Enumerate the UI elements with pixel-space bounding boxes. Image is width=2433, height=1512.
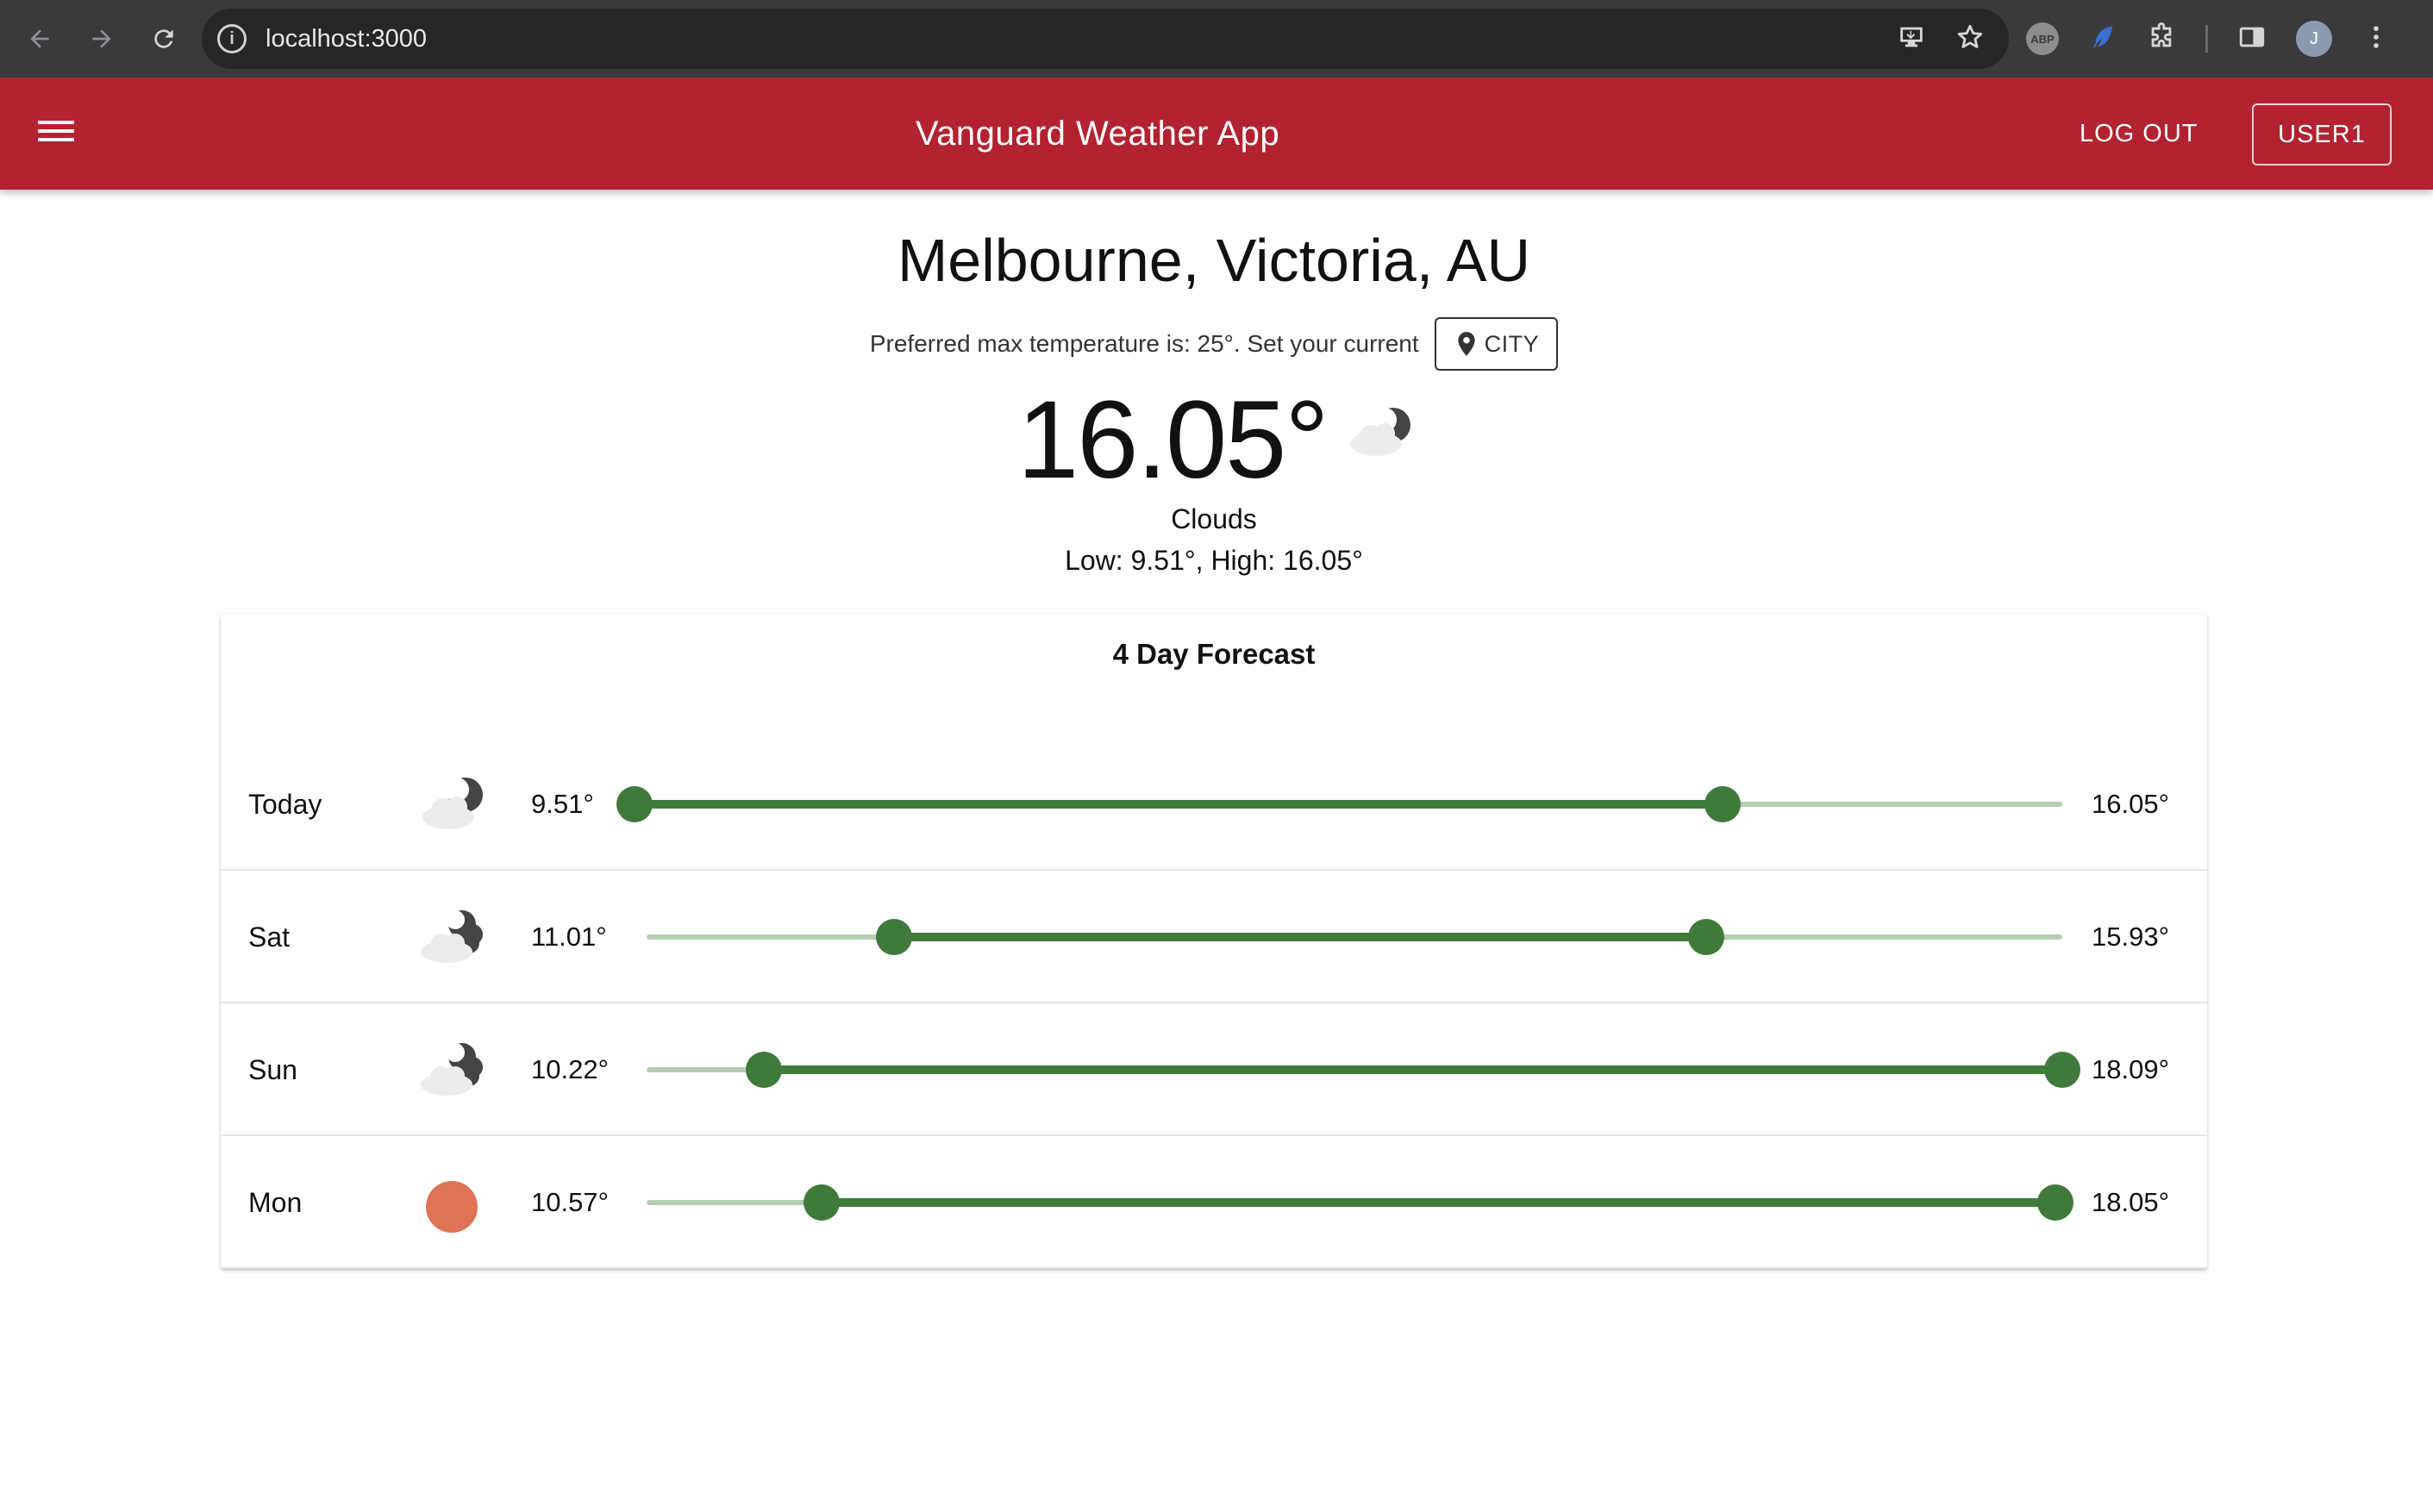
forecast-low: 11.01°	[531, 922, 607, 952]
forecast-card: 4 Day Forecast Today 9.51° 16.05° Sat 11…	[221, 614, 2207, 1269]
forecast-low: 10.22°	[531, 1054, 609, 1084]
temperature-range-slider[interactable]	[647, 1003, 2080, 1136]
user-button[interactable]: USER1	[2252, 103, 2392, 166]
cloud-moon-icon	[1349, 408, 1410, 456]
slider-high-thumb[interactable]	[2037, 1184, 2074, 1221]
temperature-range-slider[interactable]	[647, 871, 2062, 1003]
slider-fill	[894, 933, 1706, 941]
app-header: Vanguard Weather App LOG OUT USER1	[0, 78, 2433, 190]
app-title: Vanguard Weather App	[915, 114, 1280, 153]
temperature-range-slider[interactable]	[616, 738, 2062, 871]
slider-fill	[635, 800, 1723, 809]
location-pin-icon	[1457, 332, 1475, 356]
forecast-day: Today	[248, 788, 322, 820]
forecast-row-sat: Sat 11.01° 15.93°	[221, 871, 2207, 1003]
reload-icon[interactable]	[140, 15, 188, 63]
slider-fill	[821, 1198, 2056, 1207]
forecast-high: 18.09°	[2092, 1054, 2169, 1084]
slider-low-thumb[interactable]	[616, 786, 653, 822]
current-condition: Clouds	[1171, 503, 1257, 534]
forecast-day: Sun	[248, 1053, 297, 1085]
forward-icon[interactable]	[78, 15, 126, 63]
forecast-low: 10.57°	[531, 1187, 609, 1217]
site-info-icon[interactable]: i	[217, 24, 247, 53]
side-panel-icon[interactable]	[2237, 22, 2267, 56]
current-temperature-row: 16.05°	[1017, 378, 1417, 502]
slider-fill	[763, 1065, 2062, 1074]
forecast-high: 16.05°	[2092, 789, 2169, 819]
forecast-day: Mon	[248, 1186, 303, 1218]
city-title: Melbourne, Victoria, AU	[897, 227, 1531, 294]
extensions-area: ABP J	[2026, 0, 2391, 78]
cloudy-moon-icon	[421, 1043, 483, 1096]
current-temperature: 16.05°	[1017, 378, 1329, 502]
forecast-day: Sat	[248, 921, 291, 953]
more-menu-icon[interactable]	[2361, 22, 2391, 56]
cloudy-moon-icon	[421, 910, 483, 963]
city-button-label: CITY	[1484, 330, 1540, 357]
profile-avatar[interactable]: J	[2296, 21, 2332, 57]
forecast-row-today: Today 9.51° 16.05°	[221, 738, 2207, 871]
url-text[interactable]: localhost:3000	[266, 25, 427, 53]
toolbar-divider	[2205, 25, 2208, 53]
feather-extension-icon[interactable]	[2088, 22, 2117, 56]
slider-low-thumb[interactable]	[803, 1184, 840, 1221]
extensions-puzzle-icon[interactable]	[2147, 22, 2176, 56]
forecast-row-sun: Sun 10.22° 18.09°	[221, 1003, 2207, 1136]
back-icon[interactable]	[16, 15, 64, 63]
adblock-icon[interactable]: ABP	[2026, 22, 2059, 55]
forecast-title: 4 Day Forecast	[1112, 638, 1316, 670]
temperature-range-slider[interactable]	[647, 1136, 2074, 1269]
install-app-icon[interactable]	[1897, 22, 1926, 56]
preference-text: Preferred max temperature is: 25°. Set y…	[869, 330, 1419, 357]
slider-low-thumb[interactable]	[876, 919, 913, 955]
forecast-low: 9.51°	[531, 789, 594, 819]
bookmark-star-icon[interactable]	[1955, 22, 1985, 56]
sun-icon	[426, 1181, 478, 1233]
slider-low-thumb[interactable]	[745, 1052, 782, 1088]
forecast-high: 15.93°	[2092, 922, 2169, 952]
low-high-text: Low: 9.51°, High: 16.05°	[1065, 545, 1363, 576]
slider-high-thumb[interactable]	[1687, 919, 1724, 955]
cloud-moon-icon	[422, 778, 483, 829]
slider-high-thumb[interactable]	[1704, 786, 1742, 822]
forecast-row-mon: Mon 10.57° 18.05°	[221, 1136, 2207, 1269]
preference-row: Preferred max temperature is: 25°. Set y…	[0, 317, 2428, 371]
forecast-high: 18.05°	[2092, 1187, 2169, 1217]
address-bar[interactable]: i localhost:3000	[202, 9, 2009, 69]
logout-button[interactable]: LOG OUT	[2062, 107, 2216, 160]
slider-high-thumb[interactable]	[2044, 1052, 2080, 1088]
set-city-button[interactable]: CITY	[1434, 317, 1559, 371]
